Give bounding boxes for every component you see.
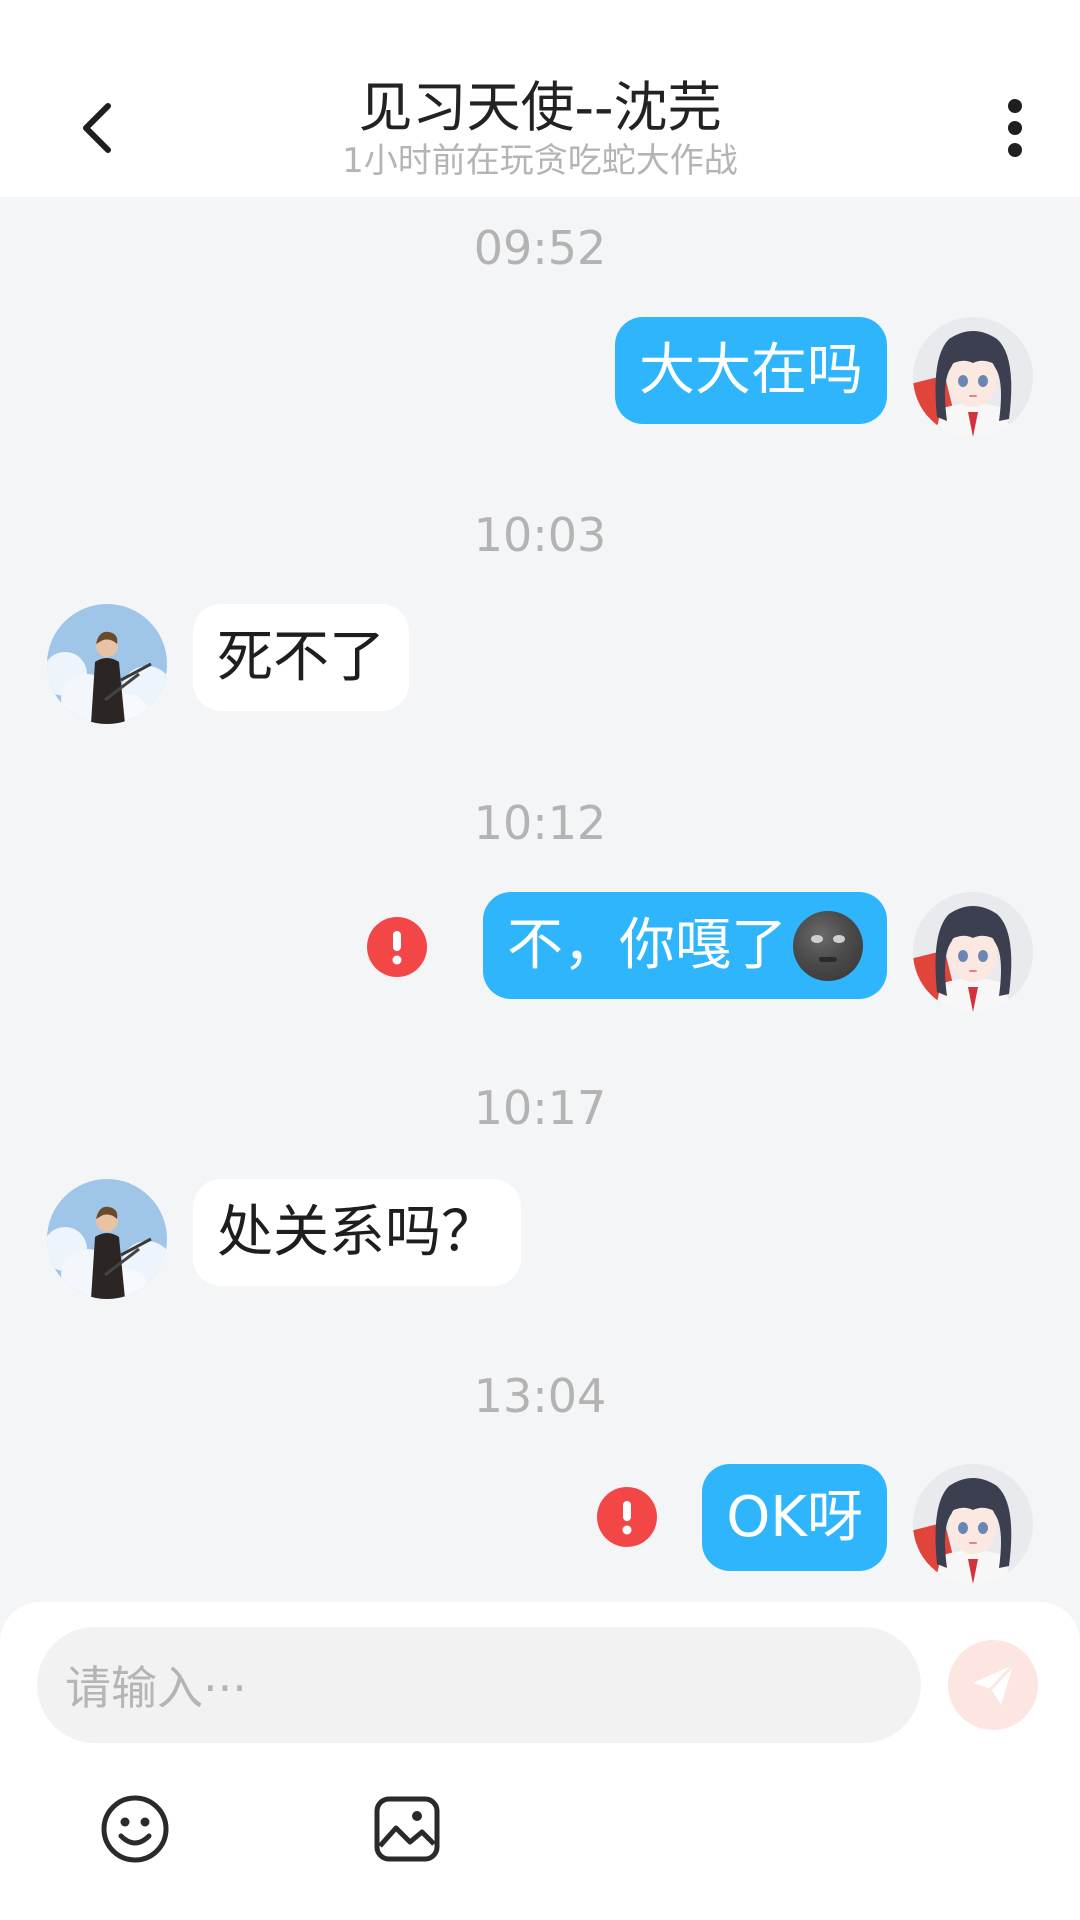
message-composer: 请输入··· <box>0 1602 1080 1920</box>
smile-icon <box>101 1795 169 1863</box>
outgoing-message-bubble[interactable]: 不，你嘎了 <box>483 892 887 999</box>
message-timestamp: 10:12 <box>473 796 607 850</box>
message-text: 死不了 <box>217 625 385 690</box>
contact-avatar[interactable] <box>47 1179 167 1299</box>
more-vertical-icon <box>1008 99 1022 157</box>
image-picker-button[interactable] <box>372 1794 442 1864</box>
emoji-button[interactable] <box>100 1794 170 1864</box>
message-list[interactable]: 09:52 大大在吗 10:03 死不了 10:12 不，你嘎了 10:17 处… <box>0 197 1080 1602</box>
message-text: OK呀 <box>726 1485 863 1550</box>
image-icon <box>374 1796 440 1862</box>
input-placeholder: 请输入··· <box>65 1661 247 1715</box>
my-avatar[interactable] <box>913 892 1033 1012</box>
contact-avatar[interactable] <box>47 604 167 724</box>
my-avatar[interactable] <box>913 1464 1033 1584</box>
chat-header: 见习天使--沈芫 1小时前在玩贪吃蛇大作战 <box>0 0 1080 197</box>
message-timestamp: 13:04 <box>473 1369 607 1423</box>
send-failed-icon[interactable] <box>597 1487 657 1547</box>
outgoing-message-bubble[interactable]: OK呀 <box>702 1464 887 1571</box>
more-options-button[interactable] <box>975 88 1055 168</box>
my-avatar[interactable] <box>913 317 1033 437</box>
paper-plane-icon <box>973 1663 1015 1705</box>
message-text: 不，你嘎了 <box>507 913 787 978</box>
message-timestamp: 10:17 <box>473 1081 607 1135</box>
message-timestamp: 09:52 <box>473 221 607 275</box>
message-text: 处关系吗？ <box>217 1200 497 1265</box>
message-timestamp: 10:03 <box>473 508 607 562</box>
message-input[interactable]: 请输入··· <box>37 1627 921 1743</box>
message-text: 大大在吗 <box>639 338 863 403</box>
contact-name: 见习天使--沈芫 <box>358 76 722 139</box>
send-button[interactable] <box>948 1640 1038 1730</box>
incoming-message-bubble[interactable]: 死不了 <box>193 604 409 711</box>
outgoing-message-bubble[interactable]: 大大在吗 <box>615 317 887 424</box>
send-failed-icon[interactable] <box>367 917 427 977</box>
contact-status: 1小时前在玩贪吃蛇大作战 <box>342 141 738 181</box>
new-moon-face-icon <box>793 910 863 981</box>
incoming-message-bubble[interactable]: 处关系吗？ <box>193 1179 521 1286</box>
